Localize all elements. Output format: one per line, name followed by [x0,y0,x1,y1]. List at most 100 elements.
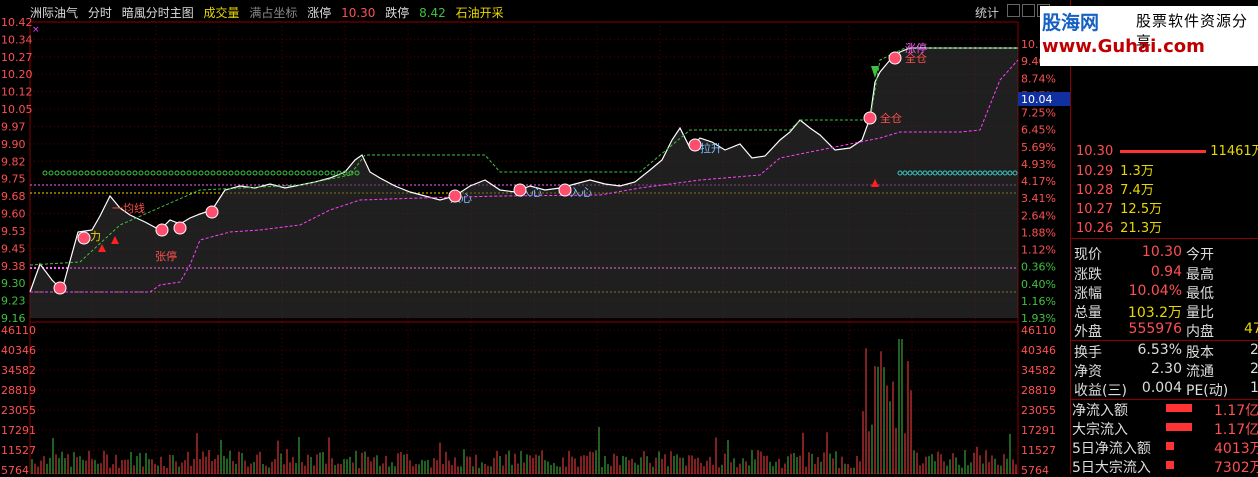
quote-value: 0.94 [1150,264,1182,280]
buy-row[interactable]: 10.28 7.4万 [1076,179,1154,198]
sell-row[interactable]: 10.30 11461万 [1076,140,1258,159]
signal-dot [66,170,72,176]
volume-tick-right: 28819 [1021,384,1056,397]
divider [1070,238,1258,239]
full-axis-label[interactable]: 满占坐标 [249,6,297,20]
fund-row: 净资 [1074,364,1102,380]
flow-label: 5日净流入额 [1072,441,1151,457]
buy-volume: 1.3万 [1120,164,1154,179]
price-tick-left: 10.12 [1,86,33,99]
price-tick-left: 9.75 [1,173,26,186]
price-tick-left: 9.53 [1,225,26,238]
signal-dot [288,170,294,176]
chart-canvas[interactable]: 10.42 10.34 10.27 10.20 10.12 10.05 9.97 9.90 9.… [0,0,1070,474]
signal-dot [312,170,318,176]
buy-row[interactable]: 10.29 1.3万 [1076,160,1154,179]
volume-tick-left: 23055 [1,404,36,417]
volume-tick-left: 11527 [1,444,36,457]
signal-dot [84,170,90,176]
volume-tick-left: 5764 [1,464,29,474]
signal-dot [162,170,168,176]
logo-site: 股海网 [1042,12,1100,34]
buy-volume: 21.3万 [1120,221,1163,236]
volume-tick-right: 40346 [1021,344,1056,357]
quote-label2: 内盘 [1186,324,1214,340]
percent-tick-right: 2.64% [1021,209,1056,222]
quote-row: 总量 [1074,305,1102,321]
price-tick-left: 10.34 [1,33,33,46]
fund-label2: 流通 [1186,364,1214,380]
logo-url: www.Guhai.com [1042,36,1205,57]
signal-dot [228,170,234,176]
volume-tick-right: 46110 [1021,324,1056,337]
percent-tick-right: 1.12% [1021,244,1056,257]
signal-dot [264,170,270,176]
fund-value: 6.53% [1137,342,1182,358]
signal-dot [48,170,54,176]
stats-button[interactable]: 统计 [975,4,999,21]
volume-label: 成交量 [203,6,240,20]
signal-dot [54,170,60,176]
buy-row[interactable]: 10.27 12.5万 [1076,198,1162,217]
quote-row: 涨幅 [1074,286,1102,302]
signal-dot [42,170,48,176]
corner-mark: × [32,25,40,35]
signal-dot [108,170,114,176]
signal-dot [258,170,264,176]
signal-dot [210,170,216,176]
fund-value2: 2 [1250,342,1258,358]
signal-marker [863,111,877,125]
signal-dot [324,170,330,176]
fund-value: 2.30 [1150,361,1182,377]
signal-dot [300,170,306,176]
quote-value2: 47 [1244,321,1258,337]
annotation-label: 力 [90,230,101,243]
percent-tick-right: 4.17% [1021,175,1056,188]
indicator-name[interactable]: 暗風分时主图 [122,6,194,20]
sector-label[interactable]: 石油开采 [456,6,504,20]
volume-tick-left: 17291 [1,424,36,437]
restore-icon[interactable] [1007,4,1020,17]
signal-dot [306,170,312,176]
sell-price: 10.30 [1076,144,1114,159]
tab-intraday[interactable]: 分时 [88,6,112,20]
percent-tick-right: 4.93% [1021,158,1056,171]
volume-tick-left: 34582 [1,364,36,377]
flow-value: 7302万 [1214,460,1258,476]
flow-bar [1166,438,1174,456]
annotation-label: 涨停 [905,41,927,55]
signal-dot [222,170,228,176]
signal-dot [282,170,288,176]
sell-bar [1120,150,1207,153]
annotation-label: 入心 [570,186,592,199]
price-tick-left: 9.38 [1,260,26,273]
signal-marker [173,221,187,235]
quote-label2: 最高 [1186,267,1214,283]
signal-marker [155,223,169,237]
stock-name[interactable]: 洲际油气 [30,6,78,20]
price-tick-left: 9.60 [1,208,26,221]
limit-up-value: 10.30 [341,6,376,20]
signal-dot [60,170,66,176]
quote-value: 555976 [1128,321,1182,337]
signal-marker [888,51,902,65]
signal-dot [156,170,162,176]
signal-dot [120,170,126,176]
percent-tick-right: 7.25% [1021,107,1056,120]
buy-price: 10.28 [1076,183,1114,198]
buy-row[interactable]: 10.26 21.3万 [1076,217,1163,236]
intraday-chart[interactable]: 10.42 10.34 10.27 10.20 10.12 10.05 9.97 9.90 9.… [0,0,1070,474]
signal-dot [174,170,180,176]
logo-banner: 股海网 股票软件资源分享 www.Guhai.com [1040,6,1258,66]
signal-dot [180,170,186,176]
limit-up-label: 涨停 [307,6,332,20]
maximize-icon[interactable] [1022,4,1035,17]
price-tick-left: 9.82 [1,155,26,168]
percent-tick-right: 8.74% [1021,72,1056,85]
signal-dot [132,170,138,176]
volume-tick-right: 23055 [1021,404,1056,417]
flow-bar [1166,400,1192,418]
price-tick-left: 9.68 [1,190,26,203]
quote-label2: 最低 [1186,286,1214,302]
fund-value: 0.004 [1141,380,1182,396]
